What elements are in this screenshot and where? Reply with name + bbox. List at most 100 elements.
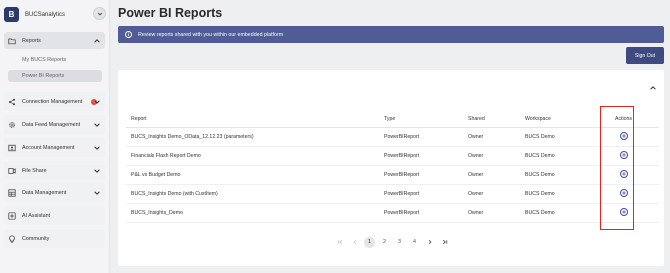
page-button-4[interactable]: 4 [409,237,420,248]
report-actions [600,203,659,223]
report-type: PowerBIReport [384,203,468,223]
add-action-button[interactable] [619,132,628,140]
prev-page-button[interactable] [349,237,360,248]
report-shared: Owner [468,184,525,204]
reports-table: Report Type Shared Workspace Actions BUC… [126,112,659,223]
sidebar-item-label: Data Feed Management [22,121,81,128]
report-type: PowerBIReport [384,165,468,185]
report-type: PowerBIReport [384,184,468,204]
page-button-3[interactable]: 3 [394,237,405,248]
chevron-down-icon [94,145,100,150]
report-actions [600,184,659,204]
sidebar-item-data-feed-management[interactable]: Data Feed Management [4,115,105,134]
sidebar-subitem-my-bucs-reports[interactable]: My BUCS Reports [8,54,102,66]
report-workspace: BUCS Demo [525,184,600,204]
brand-name: BUCSanalytics [25,11,66,18]
sidebar-item-account-management[interactable]: Account Management [4,138,105,157]
sidebar-subitem-label: Power BI Reports [22,73,65,79]
report-actions [600,165,659,185]
sidebar-item-label: File Share [22,167,47,174]
report-name: BUCS_Insights Demo (with CustItem) [126,184,384,204]
chevron-down-icon [94,190,100,195]
sidebar-item-reports[interactable]: Reports [4,32,105,49]
report-shared: Owner [468,127,525,147]
sidebar-item-label: Connection Management [22,98,83,105]
sidebar-item-label: Data Management [22,189,67,196]
sidebar-item-file-share[interactable]: File Share [4,161,105,180]
chevron-right-icon [428,239,431,245]
bulb-icon [8,234,16,243]
sign-out-button[interactable]: Sign Out [626,47,664,64]
info-icon: i [125,31,132,38]
last-page-icon [442,239,447,245]
id-card-icon [8,144,16,152]
last-page-button[interactable] [439,237,450,248]
table-row[interactable]: BUCS_Insights_Demo PowerBIReport Owner B… [126,203,659,223]
table-row[interactable]: BUCS_Insights Demo_OData_12.12.23 (param… [126,127,659,147]
sidebar-subitem-label: My BUCS Reports [22,57,67,63]
report-name: BUCS_Insights_Demo [126,203,384,223]
page-button-1[interactable]: 1 [364,236,375,248]
plus-icon [621,153,626,157]
next-page-button[interactable] [424,237,435,248]
sidebar-item-label: Reports [22,37,41,44]
brand-logo: B [4,7,19,22]
column-header-shared: Shared [468,112,525,128]
plus-icon [621,191,626,195]
page-title: Power BI Reports [118,6,223,20]
plus-icon [621,210,626,214]
sidebar-item-data-management[interactable]: Data Management [4,183,105,202]
chevron-left-icon [353,239,356,245]
page-button-2[interactable]: 2 [379,237,390,248]
info-banner-text: Review reports shared with you within ou… [138,31,284,38]
report-workspace: BUCS Demo [525,203,600,223]
report-workspace: BUCS Demo [525,165,600,185]
chevron-down-icon [94,99,100,104]
report-name: BUCS_Insights Demo_OData_12.12.23 (param… [126,127,384,147]
report-shared: Owner [468,146,525,166]
sidebar-item-connection-management[interactable]: Connection Management ! [4,92,105,111]
column-header-actions: Actions [600,112,659,128]
database-icon [8,188,16,197]
first-page-icon [337,239,342,245]
plus-icon [621,172,626,176]
sidebar-subitem-power-bi-reports[interactable]: Power BI Reports [8,70,102,82]
folder-icon [8,37,16,45]
report-shared: Owner [468,165,525,185]
sidebar-item-label: Account Management [22,144,75,151]
info-banner: i Review reports shared with you within … [118,26,664,43]
add-action-button[interactable] [619,151,628,159]
pagination: 1 2 3 4 [334,236,450,248]
table-row[interactable]: P&L vs Budget Demo PowerBIReport Owner B… [126,165,659,185]
report-workspace: BUCS Demo [525,127,600,147]
add-action-button[interactable] [619,189,628,197]
chevron-down-icon [94,168,100,173]
column-header-type: Type [384,112,468,128]
table-row[interactable]: Financials Flash Report Demo PowerBIRepo… [126,146,659,166]
add-action-button[interactable] [619,170,628,178]
plus-icon [621,134,626,138]
chevron-down-icon [97,12,102,15]
report-actions [600,127,659,147]
brand: B BUCSanalytics [4,5,106,24]
file-share-icon [8,167,16,175]
report-shared: Owner [468,203,525,223]
sidebar-toggle-button[interactable] [93,7,106,20]
first-page-button[interactable] [334,237,345,248]
report-name: Financials Flash Report Demo [126,146,384,166]
chevron-down-icon [94,122,100,127]
sidebar-item-label: AI Assistant [22,212,51,219]
sidebar-item-ai-assistant[interactable]: AI Assistant [4,206,105,225]
report-type: PowerBIReport [384,127,468,147]
share-icon [8,98,16,106]
add-action-button[interactable] [619,208,628,216]
report-type: PowerBIReport [384,146,468,166]
sidebar: B BUCSanalytics Reports My BUCS Reports … [0,0,110,273]
chevron-up-icon [94,38,100,43]
chevron-up-icon[interactable] [649,84,657,92]
sidebar-item-community[interactable]: Community [4,229,105,248]
report-actions [600,146,659,166]
table-row[interactable]: BUCS_Insights Demo (with CustItem) Power… [126,184,659,204]
ai-icon [8,211,16,220]
column-header-workspace: Workspace [525,112,600,128]
